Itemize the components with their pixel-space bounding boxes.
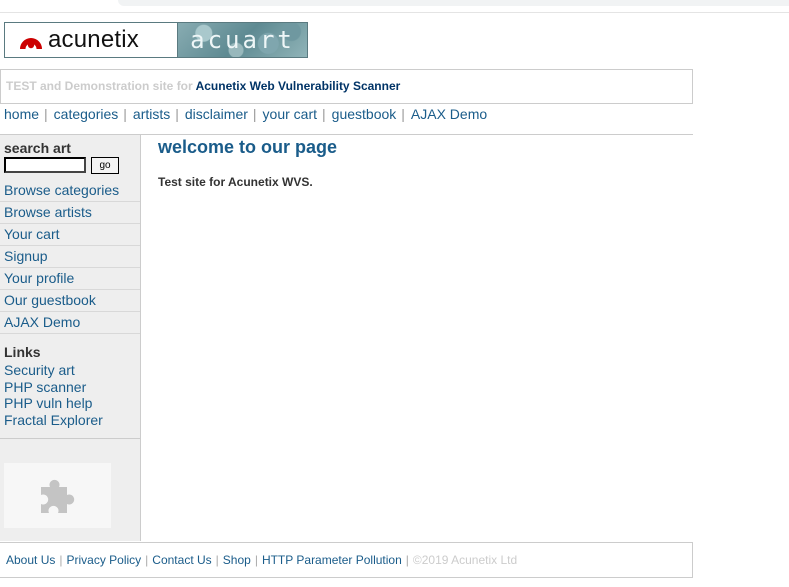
links-heading: Links — [4, 344, 41, 360]
acunetix-logo-icon — [20, 38, 42, 49]
nav-separator: | — [44, 106, 48, 122]
top-nav: home | categories | artists | disclaimer | your … — [4, 106, 487, 124]
footer-shop[interactable]: Shop — [223, 553, 251, 567]
sidebar-nav: Browse categories Browse artists Your ca… — [0, 180, 140, 334]
search-title: search art — [4, 140, 71, 156]
link-fractal-explorer[interactable]: Fractal Explorer — [4, 412, 103, 429]
nav-ajax-demo[interactable]: AJAX Demo — [411, 106, 487, 122]
footer-separator: | — [254, 553, 258, 567]
nav-disclaimer[interactable]: disclaimer — [185, 106, 248, 122]
missing-plugin-placeholder[interactable] — [4, 463, 111, 528]
footer: About Us | Privacy Policy | Contact Us | Shop |… — [0, 542, 693, 578]
footer-about-us[interactable]: About Us — [6, 553, 55, 567]
sidebar-item-signup[interactable]: Signup — [0, 246, 140, 268]
search-go-button[interactable]: go — [91, 157, 119, 174]
footer-separator: | — [59, 553, 63, 567]
site-tagline: TEST and Demonstration site for Acunetix… — [0, 69, 693, 104]
tagline-product: Acunetix Web Vulnerability Scanner — [195, 79, 401, 93]
sidebar-item-your-profile[interactable]: Your profile — [0, 268, 140, 290]
nav-separator: | — [322, 106, 326, 122]
site-logo[interactable]: acunetix acuart — [4, 22, 308, 58]
logo-acuart: acuart — [178, 23, 307, 57]
sidebar-item-ajax-demo[interactable]: AJAX Demo — [0, 312, 140, 334]
footer-contact-us[interactable]: Contact Us — [152, 553, 211, 567]
nav-separator: | — [252, 106, 257, 122]
sidebar-divider — [0, 438, 140, 439]
nav-guestbook[interactable]: guestbook — [332, 106, 397, 122]
nav-your-cart[interactable]: your cart — [263, 106, 317, 122]
footer-separator: | — [405, 553, 409, 567]
logo-right-text: acuart — [190, 26, 295, 54]
sidebar: search art go Browse categories Browse a… — [0, 135, 141, 541]
logo-left-text: acunetix — [48, 26, 139, 53]
nav-separator: | — [401, 106, 405, 122]
tagline-prefix: TEST and Demonstration site for — [6, 79, 193, 93]
sidebar-item-your-cart[interactable]: Your cart — [0, 224, 140, 246]
nav-categories[interactable]: categories — [54, 106, 119, 122]
browser-address-bar[interactable] — [118, 0, 789, 6]
puzzle-piece-icon — [40, 479, 74, 513]
browser-top-strip — [0, 0, 789, 13]
links-list: Security art PHP scanner PHP vuln help F… — [4, 362, 103, 428]
link-php-vuln-help[interactable]: PHP vuln help — [4, 395, 103, 412]
footer-copyright: ©2019 Acunetix Ltd — [412, 553, 518, 567]
sidebar-item-browse-categories[interactable]: Browse categories — [0, 180, 140, 202]
nav-home[interactable]: home — [4, 106, 39, 122]
footer-separator: | — [215, 553, 219, 567]
logo-acunetix: acunetix — [5, 23, 178, 57]
link-security-art[interactable]: Security art — [4, 362, 103, 379]
nav-artists[interactable]: artists — [133, 106, 170, 122]
link-php-scanner[interactable]: PHP scanner — [4, 379, 103, 396]
footer-separator: | — [145, 553, 149, 567]
page-intro-text: Test site for Acunetix WVS. — [158, 175, 313, 189]
sidebar-item-our-guestbook[interactable]: Our guestbook — [0, 290, 140, 312]
sidebar-item-browse-artists[interactable]: Browse artists — [0, 202, 140, 224]
footer-http-parameter-pollution[interactable]: HTTP Parameter Pollution — [262, 553, 402, 567]
search-input[interactable] — [4, 157, 86, 173]
footer-privacy-policy[interactable]: Privacy Policy — [66, 553, 141, 567]
page-title: welcome to our page — [158, 137, 338, 157]
nav-separator: | — [123, 106, 127, 122]
nav-separator: | — [175, 106, 179, 122]
